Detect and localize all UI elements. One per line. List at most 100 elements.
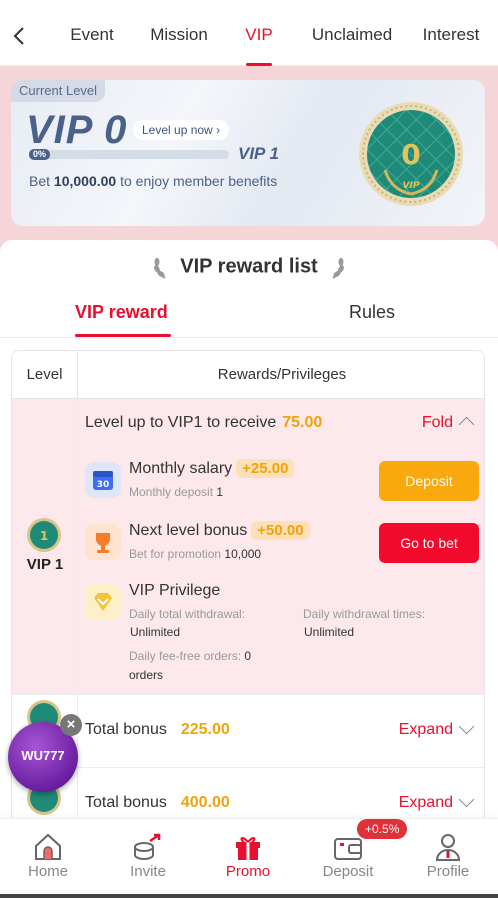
fee-free-label-text: Daily fee-free orders: [129,649,242,663]
next-level-bonus-amount: +50.00 [251,521,310,540]
close-ad-icon[interactable]: × [60,714,82,736]
progress-percent: 0% [29,149,51,160]
badge-number: 1 [40,529,48,543]
tab-vip[interactable]: VIP [218,0,300,66]
laurel-right-icon [332,257,345,279]
subtab-indicator [75,334,171,337]
column-level: Level [12,351,78,399]
monthly-deposit-label: Monthly deposit [129,485,214,499]
gift-icon [236,837,260,860]
total-bonus-amount: 400.00 [180,794,230,811]
fee-free-unit: orders [129,668,164,682]
nav-invite-label: Invite [130,863,166,880]
back-arrow-icon[interactable] [10,24,30,48]
nav-deposit-label: Deposit [322,863,374,880]
bet-promotion-requirement: Bet for promotion 10,000 [129,547,261,561]
top-tab-bar: Event Mission VIP Unclaimed Interest [0,0,498,66]
calendar-icon: 30 [85,462,121,498]
tab-event[interactable]: Event [44,0,140,66]
vip-privilege-title: VIP Privilege [129,582,221,599]
wu777-logo: WU777 [21,748,65,763]
expand-toggle[interactable]: Expand [398,791,475,812]
expand-toggle[interactable]: Expand [398,718,475,739]
chevron-down-icon [458,718,475,735]
nav-invite[interactable]: Invite [108,819,188,898]
home-icon [35,833,61,860]
nav-profile[interactable]: Profile [408,819,488,898]
level-up-reward-amount: 75.00 [282,414,323,431]
nav-home[interactable]: Home [8,819,88,898]
monthly-salary-bonus: +25.00 [236,459,295,478]
medal-number: 0 [401,138,420,171]
invite-icon [134,833,161,860]
column-rewards: Rewards/Privileges [217,366,347,383]
profile-icon [435,834,461,861]
table-row[interactable]: Total bonus 400.00 Expand [12,768,484,820]
tab-mission[interactable]: Mission [140,0,218,66]
fee-free-value: 0 [244,649,252,663]
total-bonus-text: Total bonus 225.00 [85,721,230,739]
withdrawal-value: Unlimited [130,625,181,639]
table-row[interactable]: Total bonus 225.00 Expand [12,695,484,768]
benefit-prefix: Bet [29,173,51,189]
tab-rules[interactable]: Rules [349,302,395,323]
promo-tabs: Event Mission VIP Unclaimed Interest [44,0,498,66]
vip-reward-table: Level Rewards/Privileges 1 VIP 1 Level u… [11,350,485,820]
benefit-suffix: to enjoy member benefits [120,173,278,189]
tab-vip-reward[interactable]: VIP reward [75,302,168,323]
level-up-reward-text: Level up to VIP1 to receive 75.00 [85,414,322,432]
laurel-left-icon [153,257,166,279]
table-header: Level Rewards/Privileges [12,351,484,399]
benefit-text: Bet 10,000.00 to enjoy member benefits [29,173,277,189]
withdrawal-times-value: Unlimited [304,625,355,639]
monthly-salary-label: Monthly salary [129,460,233,477]
vip-progress-bar [29,150,229,159]
reward-subtabs: VIP reward Rules [0,292,498,338]
monthly-deposit-value: 1 [216,485,224,499]
expand-label: Expand [398,794,453,811]
system-bar [0,894,498,898]
monthly-salary-title: Monthly salary +25.00 [129,459,295,478]
level-up-label: Level up now [142,123,213,137]
nav-promo-label: Promo [225,863,271,880]
next-level-bonus-title: Next level bonus +50.00 [129,521,310,540]
diamond-icon [85,584,121,620]
deposit-button[interactable]: Deposit [379,461,479,501]
vip-level-badge-icon: 1 [27,518,61,552]
next-vip-level: VIP 1 [238,144,279,163]
withdrawal-label: Daily total withdrawal: [129,607,246,621]
reward-list-title: VIP reward list [0,254,498,280]
chevron-right-icon: › [216,123,221,137]
chevron-down-icon [458,791,475,808]
vip-level-card: Current Level VIP 0 Level up now › 0% VI… [11,80,485,226]
nav-profile-label: Profile [426,863,470,880]
go-to-bet-button[interactable]: Go to bet [379,523,479,563]
monthly-deposit-requirement: Monthly deposit 1 [129,485,223,499]
svg-text:30: 30 [97,480,110,490]
total-bonus-label: Total bonus [85,794,167,811]
expand-label: Expand [398,721,453,738]
nav-promo[interactable]: Promo [208,819,288,898]
level-up-button[interactable]: Level up now › [133,120,230,140]
trophy-icon [85,524,121,560]
tab-interest[interactable]: Interest [404,0,498,66]
level-name: VIP 1 [26,556,64,573]
withdrawal-times-label: Daily withdrawal times: [303,607,426,621]
total-bonus-label: Total bonus [85,721,167,738]
level-cell: 1 VIP 1 [12,399,78,694]
nav-home-label: Home [27,863,68,880]
bet-promotion-label: Bet for promotion [129,547,222,561]
level-up-reward-label: Level up to VIP1 to receive [85,414,277,431]
benefit-amount: 10,000.00 [53,173,117,189]
bottom-navigation: Home Invite Promo Deposit +0.5% Profile [0,818,498,898]
total-bonus-text: Total bonus 400.00 [85,794,230,812]
tab-unclaimed[interactable]: Unclaimed [300,0,404,66]
vip-medal-icon: 0 VIP [359,102,463,206]
fee-free-label: Daily fee-free orders: 0 [129,649,251,663]
medal-label: VIP [403,181,420,191]
chevron-up-icon [458,416,475,433]
fold-toggle[interactable]: Fold [422,414,475,433]
total-bonus-amount: 225.00 [180,721,230,738]
current-vip-level: VIP 0 [26,108,128,152]
current-level-tag: Current Level [11,80,106,102]
